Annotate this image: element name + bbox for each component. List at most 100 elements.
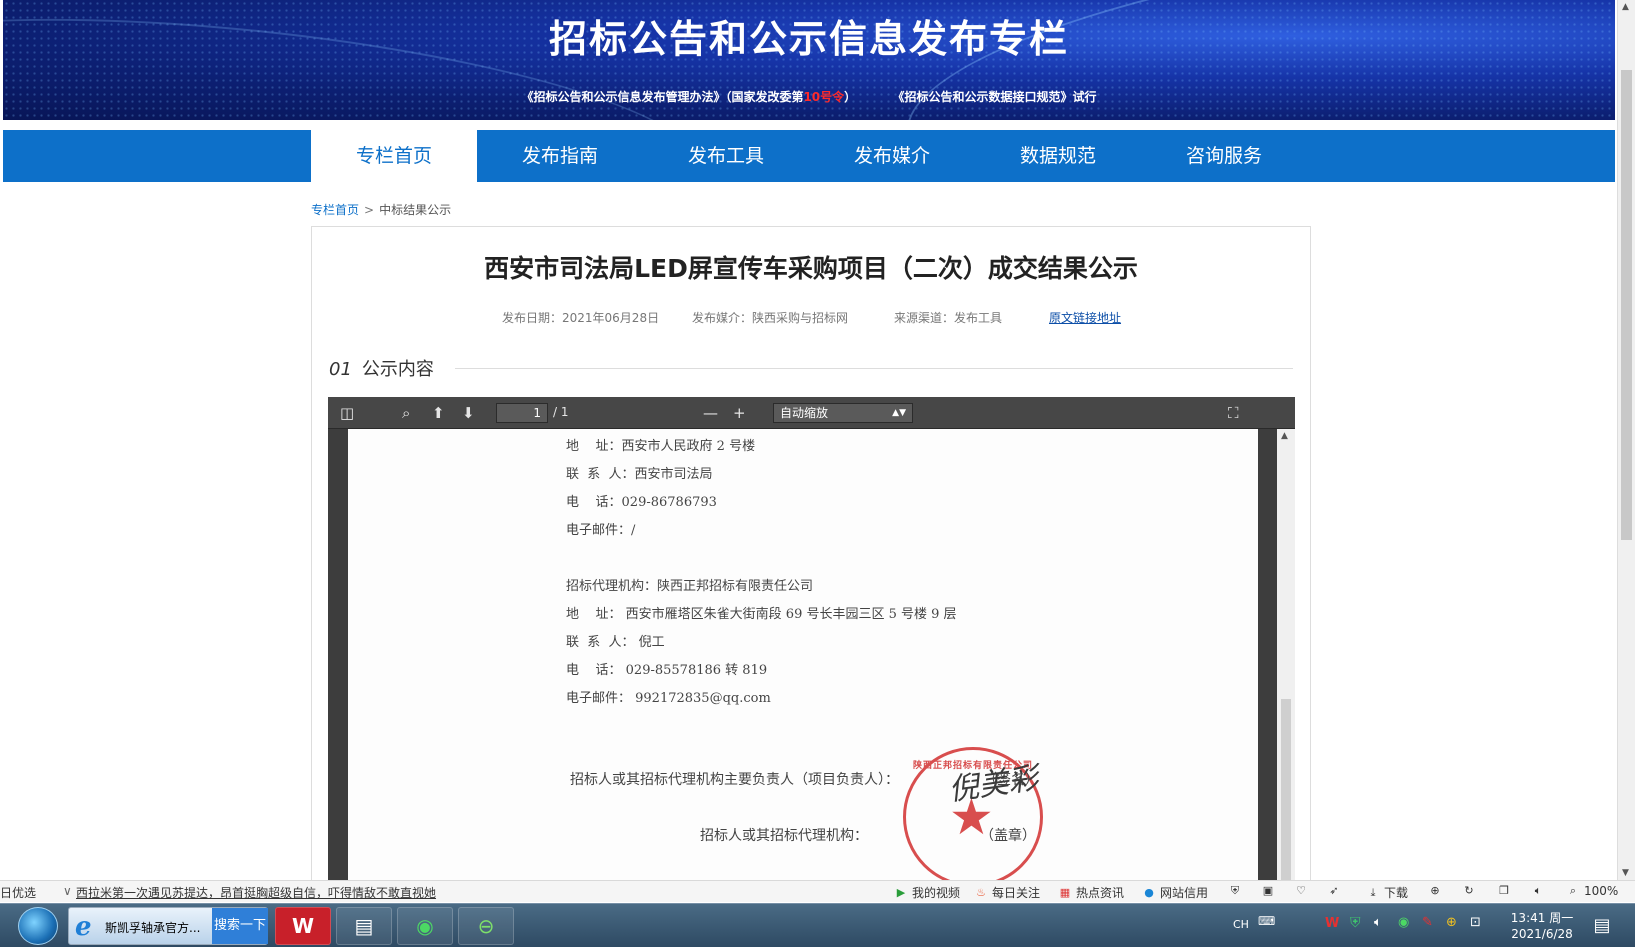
network-icon[interactable]: ⊡ — [1470, 915, 1481, 930]
pdf-line: 地 址： 西安市雁塔区朱雀大街南段 69 号长丰园三区 5 号楼 9 层 — [566, 607, 957, 622]
wechat-tray-icon[interactable]: ◉ — [1398, 915, 1409, 930]
pdf-line: 电 话：029-86786793 — [566, 495, 717, 510]
breadcrumb: 专栏首页 > 中标结果公示 — [311, 203, 452, 217]
prev-page-icon[interactable]: ⬆ — [432, 403, 445, 423]
speaker-icon[interactable]: 🔈︎ — [1531, 884, 1545, 898]
scroll-down-icon[interactable]: ▼ — [1622, 868, 1629, 878]
nav-item-data-spec[interactable]: 数据规范 — [975, 130, 1141, 182]
nav-item-consult[interactable]: 咨询服务 — [1141, 130, 1307, 182]
keyboard-icon[interactable]: ⌨ — [1258, 914, 1275, 928]
pdf-scrollbar[interactable]: ▲ — [1277, 429, 1295, 880]
magnifier-icon: ⌕ — [1569, 884, 1577, 897]
page-total: / 1 — [553, 405, 569, 419]
pdf-line: 电子邮件：/ — [566, 523, 636, 538]
section-number: 01 — [329, 359, 352, 380]
zoom-out-icon[interactable]: — — [703, 403, 718, 423]
security-tray-icon[interactable]: ⛨ — [1350, 915, 1361, 931]
source-channel: 来源渠道：发布工具 — [894, 311, 1003, 325]
zoom-in-icon[interactable]: + — [733, 403, 746, 423]
volume-icon[interactable]: 🔈︎ — [1374, 915, 1382, 930]
scroll-up-icon[interactable]: ▲ — [1622, 2, 1629, 12]
main-nav: 专栏首页 发布指南 发布工具 发布媒介 数据规范 咨询服务 — [3, 130, 1615, 184]
rocket-icon[interactable]: ➶ — [1327, 884, 1341, 898]
publish-date: 发布日期：2021年06月28日 — [502, 311, 660, 325]
start-button[interactable] — [18, 907, 58, 945]
search-icon[interactable]: ⌕ — [402, 403, 410, 423]
wps-icon[interactable]: W — [275, 907, 331, 945]
window-icon[interactable]: ❐ — [1497, 884, 1511, 898]
page-scrollbar[interactable]: ▲ ▼ — [1617, 0, 1635, 880]
status-left-label: 日优选 — [0, 886, 37, 900]
drop-icon: ● — [1144, 885, 1154, 899]
notification-icon[interactable]: ▤ — [1588, 912, 1616, 940]
browser-statusbar: 日优选 ∨ 西拉米第一次遇见苏提达，昂首挺胸超级自信，吓得情敌不敢直视她 ▶ 我的… — [0, 880, 1635, 902]
zoom-select[interactable]: 自动缩放 ▲▼ — [773, 403, 913, 423]
banner-subtitle: 《招标公告和公示信息发布管理办法》（国家发改委第10号令） 《招标公告和公示数据… — [3, 88, 1615, 105]
heart-icon[interactable]: ♡ — [1294, 884, 1308, 898]
chevron-down-icon[interactable]: ∨ — [63, 884, 72, 898]
pdf-line: 电 话： 029-85578186 转 819 — [566, 663, 768, 678]
my-video-button[interactable]: ▶ 我的视频 — [894, 884, 960, 901]
article-title: 西安市司法局LED屏宣传车采购项目（二次）成交结果公示 — [484, 254, 1138, 283]
folder-icon[interactable]: ▤ — [336, 907, 392, 945]
image-icon[interactable]: ▣ — [1261, 884, 1275, 898]
browser-viewport: 招标公告和公示信息发布专栏 《招标公告和公示信息发布管理办法》（国家发改委第10… — [0, 0, 1635, 880]
pdf-line: 地 址：西安市人民政府 2 号楼 — [566, 439, 756, 454]
section-title: 公示内容 — [361, 359, 434, 380]
article-card: 西安市司法局LED屏宣传车采购项目（二次）成交结果公示 发布日期：2021年06… — [311, 226, 1311, 880]
pen-tray-icon[interactable]: ✎ — [1422, 915, 1433, 930]
nav-item-tools[interactable]: 发布工具 — [643, 130, 809, 182]
browser-360-icon[interactable]: ⊖ — [458, 907, 514, 945]
page-scroll-thumb[interactable] — [1621, 70, 1632, 540]
hot-news-button[interactable]: ▦ 热点资讯 — [1058, 884, 1124, 901]
pdf-line: 招标代理机构：陕西正邦招标有限责任公司 — [566, 579, 814, 594]
pdf-line: （签名） — [983, 772, 1039, 788]
breadcrumb-home[interactable]: 专栏首页 — [311, 203, 359, 217]
plus-tray-icon[interactable]: ⊕ — [1446, 915, 1457, 930]
ime-indicator[interactable]: CH — [1233, 918, 1249, 931]
system-clock[interactable]: 13:41 周一 2021/6/28 — [1500, 910, 1584, 942]
scroll-up-icon[interactable]: ▲ — [1281, 431, 1288, 441]
page-number-input[interactable]: 1 — [496, 403, 548, 423]
download-button[interactable]: ⤓ 下载 — [1366, 884, 1408, 901]
wps-tray-icon[interactable]: W — [1325, 916, 1339, 931]
pdf-line: 联 系 人：西安市司法局 — [566, 467, 713, 482]
publish-media: 发布媒介：陕西采购与招标网 — [692, 311, 849, 325]
next-page-icon[interactable]: ⬇ — [462, 403, 475, 423]
ie-icon: e — [75, 912, 92, 942]
nav-item-guide[interactable]: 发布指南 — [477, 130, 643, 182]
wechat-icon[interactable]: ◉ — [397, 907, 453, 945]
regulation-link[interactable]: 《招标公告和公示信息发布管理办法》（国家发改委第10号令） — [521, 90, 856, 104]
refresh-icon[interactable]: ↻ — [1462, 884, 1476, 898]
shield-icon[interactable]: ⛨ — [1228, 884, 1242, 898]
breadcrumb-current: 中标结果公示 — [379, 203, 452, 217]
pdf-toolbar: ◫ ⌕ ⬆ ⬇ 1 / 1 — + 自动缩放 ▲▼ ⛶ — [328, 397, 1295, 429]
pdf-line: 招标人或其招标代理机构主要负责人（项目负责人）： — [570, 772, 899, 788]
section-divider — [455, 368, 1293, 369]
pdf-line: 招标人或其招标代理机构： — [700, 828, 868, 844]
header-banner: 招标公告和公示信息发布专栏 《招标公告和公示信息发布管理办法》（国家发改委第10… — [3, 0, 1615, 120]
chevron-updown-icon: ▲▼ — [892, 408, 906, 418]
zoom-level-button[interactable]: ⌕ 100% — [1566, 884, 1618, 898]
pdf-page: 地 址：西安市人民政府 2 号楼 联 系 人：西安市司法局 电 话：029-86… — [348, 429, 1258, 880]
windows-taskbar: e 斯凯孚轴承官方... 搜索一下 W ▤ ◉ ⊖ CH ⌨ W ⛨ 🔈︎ ◉ … — [0, 903, 1635, 947]
video-icon: ▶ — [896, 885, 906, 899]
nav-item-media[interactable]: 发布媒介 — [809, 130, 975, 182]
flame-icon: ♨ — [976, 885, 986, 899]
pdf-line: 电子邮件： 992172835@qq.com — [566, 691, 771, 706]
pdf-scroll-thumb[interactable] — [1281, 699, 1291, 880]
game-icon[interactable]: ⊕ — [1428, 884, 1442, 898]
section-header: 01 公示内容 — [329, 355, 434, 381]
news-ticker-link[interactable]: 西拉米第一次遇见苏提达，昂首挺胸超级自信，吓得情敌不敢直视她 — [76, 884, 436, 901]
sidebar-toggle-icon[interactable]: ◫ — [340, 403, 354, 423]
pdf-viewer: ◫ ⌕ ⬆ ⬇ 1 / 1 — + 自动缩放 ▲▼ ⛶ 地 址：西安市人民政府 2… — [328, 397, 1295, 880]
spec-link[interactable]: 《招标公告和公示数据接口规范》试行 — [893, 90, 1097, 104]
nav-item-home[interactable]: 专栏首页 — [311, 130, 477, 184]
daily-focus-button[interactable]: ♨ 每日关注 — [974, 884, 1040, 901]
news-icon: ▦ — [1059, 885, 1071, 899]
taskbar-search-button[interactable]: 搜索一下 — [212, 908, 268, 944]
source-link[interactable]: 原文链接地址 — [1049, 311, 1121, 325]
site-credit-button[interactable]: ● 网站信用 — [1142, 884, 1208, 901]
fullscreen-icon[interactable]: ⛶ — [1228, 403, 1239, 423]
pdf-line: 联 系 人： 倪工 — [566, 635, 665, 650]
